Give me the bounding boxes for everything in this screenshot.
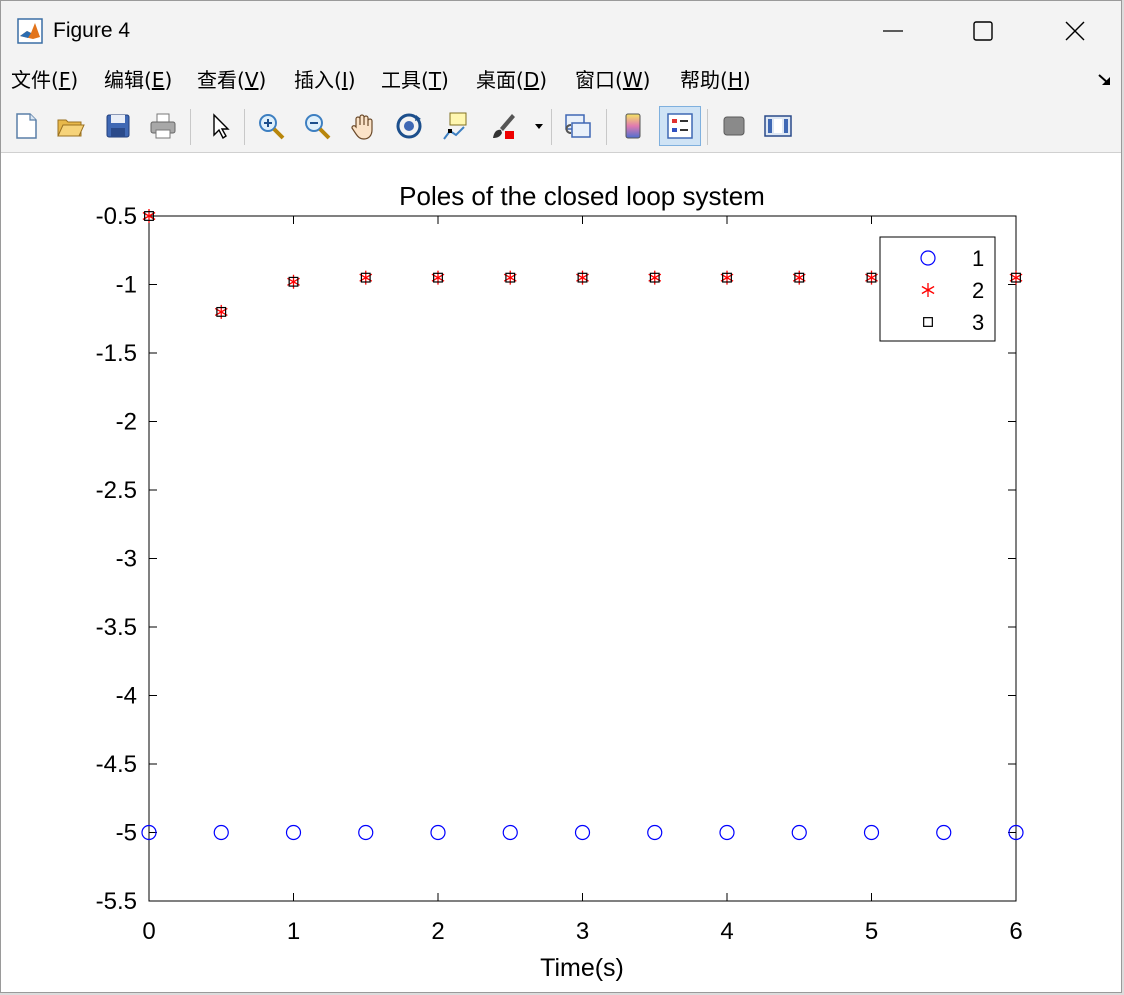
toolbar-separator [244,109,245,145]
y-tick-label: -4.5 [96,751,137,778]
x-tick-label: 6 [1009,918,1022,945]
y-tick-labels: -0.5 -1 -1.5 -2 -2.5 -3 -3.5 -4 -4.5 -5 -5.5 [96,203,137,915]
zoom-in-icon [259,114,285,140]
brush-dropdown-icon [535,124,543,129]
select-button[interactable] [203,109,237,143]
y-tick-label: -4 [116,683,137,710]
close-button[interactable] [1029,1,1121,61]
brush-icon [493,114,515,139]
toolbar-separator [606,109,607,145]
minimize-button[interactable] [847,1,939,61]
toolbar-separator [190,109,191,145]
x-axis-label: Time(s) [540,954,624,982]
y-tick-label: -2.5 [96,477,137,504]
title-bar: Figure 4 [1,1,1121,61]
select-arrow-icon [213,113,230,140]
window-title: Figure 4 [53,19,131,42]
x-tick-label: 2 [431,918,444,945]
link-plot-icon [565,114,591,138]
link-plot-button[interactable] [561,109,595,143]
chart-svg[interactable]: Poles of the closed loop system 0123456 … [1,153,1122,993]
zoom-out-button[interactable] [300,109,334,143]
new-figure-icon [16,113,37,139]
rotate-button[interactable] [392,109,426,143]
menu-file[interactable]: 文件(F) [11,66,78,94]
rotate-3d-icon [396,113,422,139]
zoom-in-button[interactable] [254,109,288,143]
x-tick-label: 0 [142,918,155,945]
show-plot-tools-button[interactable] [761,109,795,143]
legend-label-1: 1 [972,246,984,271]
menu-view[interactable]: 查看(V) [197,66,266,94]
menu-desktop[interactable]: 桌面(D) [476,66,547,94]
legend-label-2: 2 [972,278,984,303]
pan-hand-icon [351,114,373,140]
x-tick-label: 3 [576,918,589,945]
figure-canvas: Poles of the closed loop system 0123456 … [1,153,1122,993]
colorbar-button[interactable] [616,109,650,143]
legend[interactable]: 1 2 3 [879,236,996,342]
save-icon [106,114,130,138]
menu-tools[interactable]: 工具(T) [381,66,449,94]
data-cursor-icon [443,112,467,140]
figure-window: Figure 4 文件(F) 编辑(E) 查看(V) 插入(I) 工具(T) 桌… [0,0,1122,993]
show-plot-tools-icon [764,115,792,137]
zoom-out-icon [305,114,331,140]
y-tick-label: -5 [116,820,137,847]
toolbar-separator [551,109,552,145]
figure-toolbar [1,101,1121,153]
menu-edit[interactable]: 编辑(E) [104,66,172,94]
legend-label-3: 3 [972,310,984,335]
brush-button[interactable] [486,109,520,143]
menu-insert[interactable]: 插入(I) [294,66,356,94]
print-icon [150,113,176,139]
toolbar-separator [707,109,708,145]
maximize-icon [973,21,993,41]
new-figure-button[interactable] [9,109,43,143]
y-tick-label: -2 [116,409,137,436]
y-tick-label: -3 [116,546,137,573]
pan-button[interactable] [346,109,380,143]
legend-button[interactable] [659,106,701,146]
hide-plot-tools-icon [723,116,745,136]
legend-icon [667,113,693,139]
menu-bar: 文件(F) 编辑(E) 查看(V) 插入(I) 工具(T) 桌面(D) 窗口(W… [1,61,1121,101]
print-button[interactable] [146,109,180,143]
data-cursor-button[interactable] [438,109,472,143]
y-tick-label: -1.5 [96,340,137,367]
maximize-button[interactable] [937,1,1029,61]
minimize-icon [883,30,903,32]
dock-arrow-icon[interactable] [1097,71,1113,87]
matlab-logo-icon [17,18,43,44]
save-button[interactable] [101,109,135,143]
x-tick-label: 1 [287,918,300,945]
y-tick-label: -1 [116,272,137,299]
y-tick-label: -0.5 [96,203,137,230]
colorbar-icon [625,113,641,139]
y-tick-label: -3.5 [96,614,137,641]
y-tick-label: -5.5 [96,888,137,915]
close-icon [1065,21,1085,41]
chart-title: Poles of the closed loop system [399,181,765,211]
open-file-icon [57,119,85,137]
x-tick-label: 5 [865,918,878,945]
brush-dropdown-button[interactable] [529,109,549,143]
hide-plot-tools-button[interactable] [717,109,751,143]
menu-window[interactable]: 窗口(W) [575,66,650,94]
x-tick-label: 4 [720,918,733,945]
menu-help[interactable]: 帮助(H) [680,66,751,94]
open-file-button[interactable] [53,109,87,143]
x-tick-labels: 0 1 2 3 4 5 6 [142,918,1022,945]
